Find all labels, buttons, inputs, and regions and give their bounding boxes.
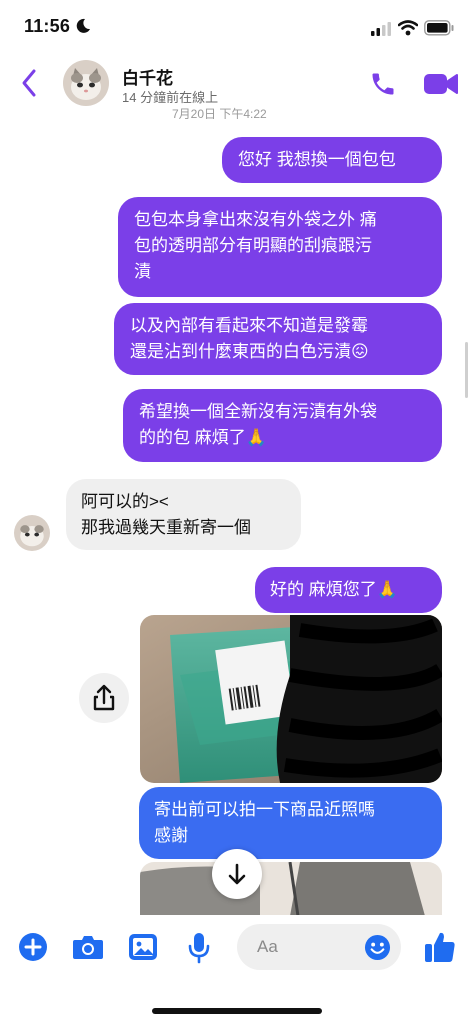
message-incoming-1[interactable]: 阿可以的>< 那我過幾天重新寄一個 bbox=[66, 479, 301, 550]
gallery-icon[interactable] bbox=[128, 933, 158, 961]
message-text: 寄出前可以拍一下商品近照嗎 感謝 bbox=[154, 800, 375, 845]
phone-call-icon[interactable] bbox=[369, 70, 397, 98]
message-input-placeholder: Aa bbox=[257, 937, 278, 956]
date-separator: 7月20日 下午4:22 bbox=[172, 107, 267, 119]
scroll-to-bottom-button[interactable] bbox=[212, 849, 262, 899]
message-text: 阿可以的>< 那我過幾天重新寄一個 bbox=[81, 492, 251, 537]
scroll-indicator bbox=[465, 342, 468, 398]
microphone-icon[interactable] bbox=[187, 932, 211, 964]
message-outgoing-5[interactable]: 好的 麻煩您了🙏 bbox=[255, 567, 442, 613]
share-button[interactable] bbox=[79, 673, 129, 723]
message-input[interactable]: Aa bbox=[237, 924, 401, 970]
photo-message[interactable] bbox=[140, 615, 442, 783]
status-time: 11:56 bbox=[24, 16, 71, 36]
battery-icon bbox=[424, 20, 454, 36]
message-text: 希望換一個全新沒有污漬有外袋 的的包 麻煩了🙏 bbox=[139, 402, 377, 447]
cat-avatar-image bbox=[63, 60, 109, 106]
message-outgoing-6[interactable]: 寄出前可以拍一下商品近照嗎 感謝 bbox=[139, 787, 442, 859]
video-call-icon[interactable] bbox=[423, 71, 459, 97]
message-text: 好的 麻煩您了🙏 bbox=[270, 580, 398, 599]
home-indicator bbox=[152, 1008, 322, 1014]
package-photo bbox=[140, 615, 442, 783]
message-outgoing-1[interactable]: 您好 我想換一個包包 bbox=[222, 137, 442, 183]
back-arrow-icon[interactable] bbox=[20, 68, 38, 98]
arrow-down-icon bbox=[228, 863, 246, 885]
share-icon bbox=[93, 684, 115, 711]
message-text: 以及內部有看起來不知道是發霉 還是沾到什麼東西的白色污漬😖 bbox=[130, 316, 369, 361]
plus-icon[interactable] bbox=[18, 932, 48, 962]
active-status: 14 分鐘前在線上 bbox=[122, 90, 219, 105]
message-outgoing-2[interactable]: 包包本身拿出來沒有外袋之外 痛 包的透明部分有明顯的刮痕跟污 漬 bbox=[118, 197, 442, 297]
photo-message-2[interactable] bbox=[140, 862, 442, 916]
message-text: 包包本身拿出來沒有外袋之外 痛 包的透明部分有明顯的刮痕跟污 漬 bbox=[134, 210, 377, 281]
status-bar: 11:56 bbox=[0, 0, 473, 54]
camera-icon[interactable] bbox=[72, 934, 104, 960]
contact-avatar-small[interactable] bbox=[14, 515, 50, 551]
signal-icon bbox=[371, 22, 391, 36]
wifi-icon bbox=[398, 20, 418, 36]
moon-icon bbox=[76, 18, 90, 33]
emoji-icon[interactable] bbox=[364, 934, 391, 961]
bag-photo bbox=[140, 862, 442, 916]
thumbs-up-icon[interactable] bbox=[424, 930, 456, 964]
message-text: 您好 我想換一個包包 bbox=[238, 150, 396, 169]
cat-avatar-image bbox=[14, 515, 50, 551]
message-outgoing-3[interactable]: 以及內部有看起來不知道是發霉 還是沾到什麼東西的白色污漬😖 bbox=[114, 303, 442, 375]
contact-avatar[interactable] bbox=[63, 60, 109, 106]
contact-name[interactable]: 白千花 bbox=[122, 64, 173, 89]
message-outgoing-4[interactable]: 希望換一個全新沒有污漬有外袋 的的包 麻煩了🙏 bbox=[123, 389, 442, 462]
